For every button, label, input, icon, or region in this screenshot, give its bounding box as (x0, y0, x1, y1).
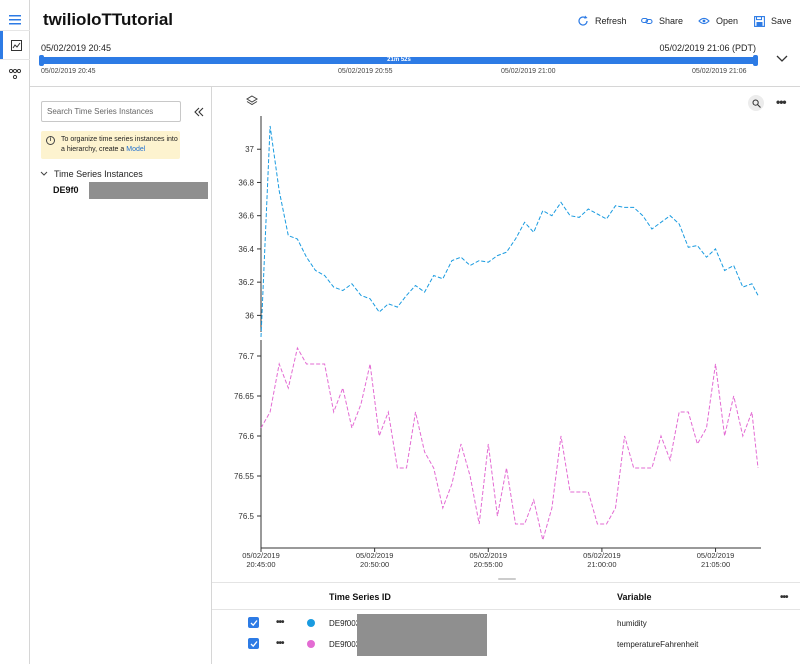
range-tick-label: 05/02/2019 20:55 (338, 68, 393, 75)
resize-handle[interactable] (498, 578, 516, 580)
table-more-icon[interactable]: ••• (780, 593, 788, 603)
chevron-down-icon (40, 171, 48, 176)
series-line-temperatureFahrenheit (260, 346, 759, 541)
y-tick-label: 76.5 (238, 512, 254, 521)
info-message: To organize time series instances into a… (61, 136, 178, 153)
eye-icon (698, 17, 710, 25)
series-line-humidity (260, 125, 759, 338)
model-link[interactable]: Model (126, 146, 145, 153)
x-tick-time-label: 21:00:00 (587, 560, 616, 569)
y-tick-label: 36.6 (238, 212, 254, 221)
y-tick-label: 76.65 (234, 392, 255, 401)
series-color-dot (307, 640, 315, 648)
y-tick-label: 37 (245, 145, 254, 154)
x-tick-time-label: 20:45:00 (246, 560, 275, 569)
app-title: twilioIoTTutorial (43, 10, 173, 29)
x-tick-time-label: 20:55:00 (474, 560, 503, 569)
y-tick-label: 76.6 (238, 432, 254, 441)
left-rail (0, 0, 30, 664)
row-variable: temperatureFahrenheit (617, 640, 699, 649)
y-tick-label: 36.4 (238, 245, 254, 254)
row-series-id: DE9f003 (329, 640, 361, 649)
y-tick-label: 36.2 (238, 278, 254, 287)
row-checkbox[interactable] (248, 617, 259, 628)
refresh-button[interactable]: Refresh (577, 13, 627, 29)
save-label: Save (771, 16, 792, 26)
tree-header-label: Time Series Instances (54, 169, 143, 179)
x-tick-date-label: 05/02/2019 (469, 551, 507, 560)
range-start-handle[interactable] (39, 55, 44, 66)
column-header-variable: Variable (617, 592, 652, 602)
checkmark-icon (250, 640, 258, 647)
share-label: Share (659, 16, 684, 26)
menu-icon (9, 15, 21, 25)
save-icon (754, 15, 765, 27)
range-tick-label: 05/02/2019 21:06 (692, 68, 747, 75)
header-divider (30, 86, 800, 87)
info-icon: i (46, 136, 55, 145)
x-tick-date-label: 05/02/2019 (242, 551, 280, 560)
range-start-time: 05/02/2019 20:45 (41, 43, 112, 53)
save-button[interactable]: Save (754, 13, 792, 29)
range-tick-label: 05/02/2019 21:00 (501, 68, 556, 75)
search-input[interactable] (41, 101, 181, 122)
y-tick-label: 76.7 (238, 352, 254, 361)
row-series-id: DE9f003 (329, 619, 361, 628)
chevron-down-icon[interactable] (775, 52, 789, 66)
row-more-icon[interactable]: ••• (276, 639, 284, 649)
row-variable: humidity (617, 619, 647, 628)
header-row-divider (212, 609, 800, 610)
model-view-icon (9, 69, 21, 79)
range-end-handle[interactable] (753, 55, 758, 66)
checkmark-icon (250, 619, 258, 626)
tree-instance-item[interactable]: DE9f0 (53, 185, 79, 195)
row-more-icon[interactable]: ••• (276, 618, 284, 628)
x-tick-time-label: 20:50:00 (360, 560, 389, 569)
range-tick-label: 05/02/2019 20:45 (41, 68, 96, 75)
refresh-icon (578, 15, 588, 26)
rail-item-charts[interactable] (0, 31, 30, 59)
collapse-panel-icon[interactable] (193, 106, 205, 118)
open-label: Open (716, 16, 739, 26)
model-info-banner: i To organize time series instances into… (41, 131, 180, 159)
range-duration: 21m 52s (387, 57, 411, 63)
chart-view-icon (11, 39, 22, 51)
redacted-block (357, 614, 487, 656)
x-tick-date-label: 05/02/2019 (356, 551, 394, 560)
refresh-label: Refresh (595, 16, 627, 26)
x-tick-time-label: 21:05:00 (701, 560, 730, 569)
y-tick-label: 36.8 (238, 178, 254, 187)
row-checkbox[interactable] (248, 638, 259, 649)
y-tick-label: 36 (245, 311, 254, 320)
redacted-block (89, 182, 208, 199)
range-end-time: 05/02/2019 21:06 (PDT) (659, 43, 756, 53)
time-range-slider[interactable]: 21m 52s (41, 57, 757, 64)
tree-header[interactable]: Time Series Instances (40, 169, 143, 179)
series-color-dot (307, 619, 315, 627)
column-header-id: Time Series ID (329, 592, 391, 602)
y-tick-label: 76.55 (234, 472, 255, 481)
x-tick-date-label: 05/02/2019 (583, 551, 621, 560)
share-link-icon (641, 17, 653, 25)
share-button[interactable]: Share (641, 13, 683, 29)
x-tick-date-label: 05/02/2019 (697, 551, 735, 560)
timeseries-chart: 36 36.2 36.4 36.6 36.8 37 76.5 76.55 76.6 76.65 76… (234, 116, 761, 569)
open-button[interactable]: Open (698, 13, 738, 29)
info-text: To organize time series instances into a… (61, 135, 179, 155)
legend-divider (212, 582, 800, 583)
rail-item-model[interactable] (0, 60, 30, 88)
